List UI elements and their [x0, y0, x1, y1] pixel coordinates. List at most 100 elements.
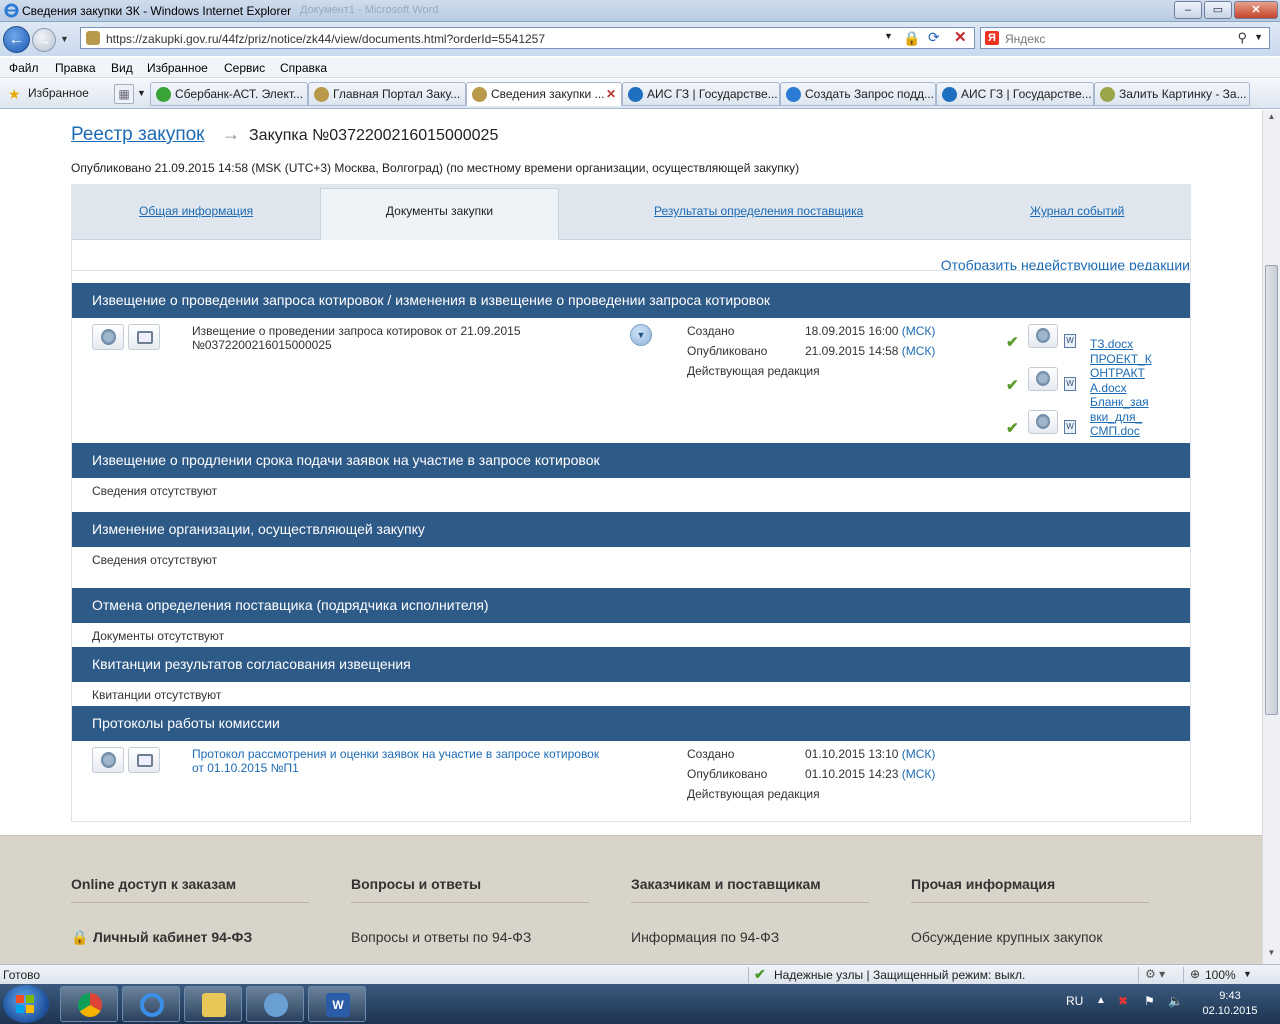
timezone-link[interactable]: (МСК)	[902, 344, 936, 358]
file-signature-button[interactable]	[1028, 324, 1058, 348]
footer-link[interactable]: Личный кабинет 94-ФЗ	[93, 929, 252, 945]
zoom-dropdown-icon[interactable]: ▼	[1243, 969, 1252, 979]
network-icon[interactable]: ✖	[1118, 994, 1128, 1008]
tab-general-info[interactable]: Общая информация	[139, 204, 253, 218]
favorites-star-icon[interactable]: ★	[8, 86, 21, 103]
file-link-contract[interactable]: А.docx	[1090, 381, 1160, 396]
search-input[interactable]: Яндекс	[1005, 32, 1045, 46]
clock-date: 02.10.2015	[1202, 1005, 1258, 1017]
protocol-link[interactable]: Протокол рассмотрения и оценки заявок на…	[192, 747, 599, 761]
tab-journal[interactable]: Журнал событий	[1030, 204, 1124, 218]
search-icon[interactable]: ⚲	[1237, 30, 1247, 46]
zoom-icon[interactable]: ⊕	[1190, 967, 1200, 981]
footer-link[interactable]: Информация по 94-ФЗ	[631, 929, 779, 945]
favorites-button[interactable]: Избранное	[28, 86, 89, 100]
file-signature-button[interactable]	[1028, 367, 1058, 391]
browser-tab-active[interactable]: Сведения закупки ... ✕	[466, 82, 622, 106]
search-box[interactable]: Я Яндекс ⚲ ▼	[980, 27, 1270, 49]
close-tab-icon[interactable]: ✕	[606, 83, 616, 105]
ie-icon	[140, 993, 164, 1017]
tab-results[interactable]: Результаты определения поставщика	[654, 204, 863, 218]
tab-documents-active[interactable]: Документы закупки	[320, 188, 559, 240]
language-indicator[interactable]: RU	[1066, 994, 1083, 1008]
protocol-link-line2[interactable]: от 01.10.2015 №П1	[192, 761, 299, 775]
file-link-contract[interactable]: ПРОЕКТ_К	[1090, 352, 1160, 367]
system-clock[interactable]: 9:43 02.10.2015	[1200, 989, 1260, 1019]
footer-link[interactable]: Обсуждение крупных закупок	[911, 929, 1102, 945]
taskbar-word[interactable]: W	[308, 986, 366, 1022]
history-dropdown-icon[interactable]: ▼	[60, 34, 69, 44]
print-button[interactable]	[128, 324, 160, 350]
minimize-button[interactable]: –	[1174, 1, 1202, 19]
notice-title-line1: Извещение о проведении запроса котировок…	[192, 324, 521, 338]
chrome-icon	[78, 993, 102, 1017]
file-link-contract[interactable]: ОНТРАКТ	[1090, 366, 1160, 381]
forward-button[interactable]: →	[32, 28, 56, 52]
maximize-button[interactable]: ▭	[1204, 1, 1232, 19]
address-dropdown-icon[interactable]: ▼	[884, 31, 893, 41]
menu-view[interactable]: Вид	[111, 61, 133, 75]
file-link-blank[interactable]: вки_для_	[1090, 410, 1160, 425]
timezone-link[interactable]: (МСК)	[902, 767, 936, 781]
footer-link[interactable]: Вопросы и ответы по 94-ФЗ	[351, 929, 531, 945]
empty-message: Сведения отсутствуют	[92, 553, 218, 567]
volume-icon[interactable]: 🔈	[1168, 994, 1183, 1008]
scroll-down-icon[interactable]: ▼	[1265, 948, 1278, 962]
browser-tab[interactable]: Главная Портал Заку...	[308, 82, 466, 106]
start-button[interactable]	[3, 985, 49, 1023]
signature-button[interactable]	[92, 747, 124, 773]
menu-favorites[interactable]: Избранное	[147, 61, 208, 75]
address-url[interactable]: https://zakupki.gov.ru/44fz/priz/notice/…	[106, 32, 545, 46]
scroll-up-icon[interactable]: ▲	[1265, 112, 1278, 126]
menu-file[interactable]: Файл	[9, 61, 39, 75]
browser-tab[interactable]: АИС ГЗ | Государстве...	[622, 82, 780, 106]
browser-tab[interactable]: Залить Картинку - За...	[1094, 82, 1250, 106]
taskbar-ie[interactable]	[122, 986, 180, 1022]
popup-blocker-icon[interactable]: ⚙ ▾	[1145, 967, 1165, 981]
menu-tools[interactable]: Сервис	[224, 61, 265, 75]
back-button[interactable]: ←	[3, 26, 30, 53]
scrollbar-thumb[interactable]	[1265, 265, 1278, 715]
expand-chevron-icon[interactable]: ▼	[630, 324, 652, 346]
browser-tab[interactable]: Сбербанк-АСТ. Элект...	[150, 82, 308, 106]
print-button[interactable]	[128, 747, 160, 773]
file-link-tz[interactable]: ТЗ.docx	[1090, 337, 1160, 352]
section-header-org-change: Изменение организации, осуществляющей за…	[72, 512, 1190, 547]
stop-icon[interactable]: ✕	[954, 28, 967, 46]
signature-button[interactable]	[92, 324, 124, 350]
file-link-blank[interactable]: Бланк_зая	[1090, 395, 1160, 410]
search-dropdown-icon[interactable]: ▼	[1254, 32, 1263, 42]
footer-heading: Заказчикам и поставщикам	[631, 876, 821, 892]
menu-help[interactable]: Справка	[280, 61, 327, 75]
vertical-scrollbar[interactable]: ▲ ▼	[1262, 110, 1280, 964]
taskbar-mail[interactable]	[246, 986, 304, 1022]
menu-edit[interactable]: Правка	[55, 61, 96, 75]
browser-tab[interactable]: Создать Запрос подд...	[780, 82, 936, 106]
empty-message: Сведения отсутствуют	[92, 484, 218, 498]
taskbar-explorer[interactable]	[184, 986, 242, 1022]
tray-expand-icon[interactable]: ▲	[1096, 995, 1106, 1006]
breadcrumb-registry-link[interactable]: Реестр закупок	[71, 124, 205, 146]
file-signature-button[interactable]	[1028, 410, 1058, 434]
refresh-icon[interactable]: ⟳	[928, 29, 940, 46]
timezone-link[interactable]: (МСК)	[902, 747, 936, 761]
lock-icon[interactable]: 🔒	[903, 30, 920, 46]
close-window-button[interactable]: ✕	[1234, 1, 1278, 19]
timezone-link[interactable]: (МСК)	[902, 324, 936, 338]
browser-tab[interactable]: АИС ГЗ | Государстве...	[936, 82, 1094, 106]
security-zone[interactable]: Надежные узлы | Защищенный режим: выкл.	[774, 968, 1025, 982]
edition-status: Действующая редакция	[687, 787, 820, 801]
published-date: 01.10.2015 14:23 (МСК)	[805, 767, 936, 781]
footer-divider	[351, 902, 589, 903]
footer-divider	[71, 902, 309, 903]
address-bar[interactable]: https://zakupki.gov.ru/44fz/priz/notice/…	[80, 27, 975, 49]
tab-list-dropdown-icon[interactable]: ▼	[137, 88, 146, 98]
created-label: Создано	[687, 324, 735, 338]
file-link-blank[interactable]: СМП.doc	[1090, 424, 1160, 439]
yandex-icon: Я	[985, 31, 999, 45]
section-header-notice: Извещение о проведении запроса котировок…	[72, 283, 1190, 318]
flag-icon[interactable]: ⚑	[1144, 994, 1155, 1008]
quick-tabs-icon[interactable]: ▦	[114, 84, 134, 104]
taskbar-chrome[interactable]	[60, 986, 118, 1022]
zoom-level[interactable]: 100%	[1205, 968, 1236, 982]
